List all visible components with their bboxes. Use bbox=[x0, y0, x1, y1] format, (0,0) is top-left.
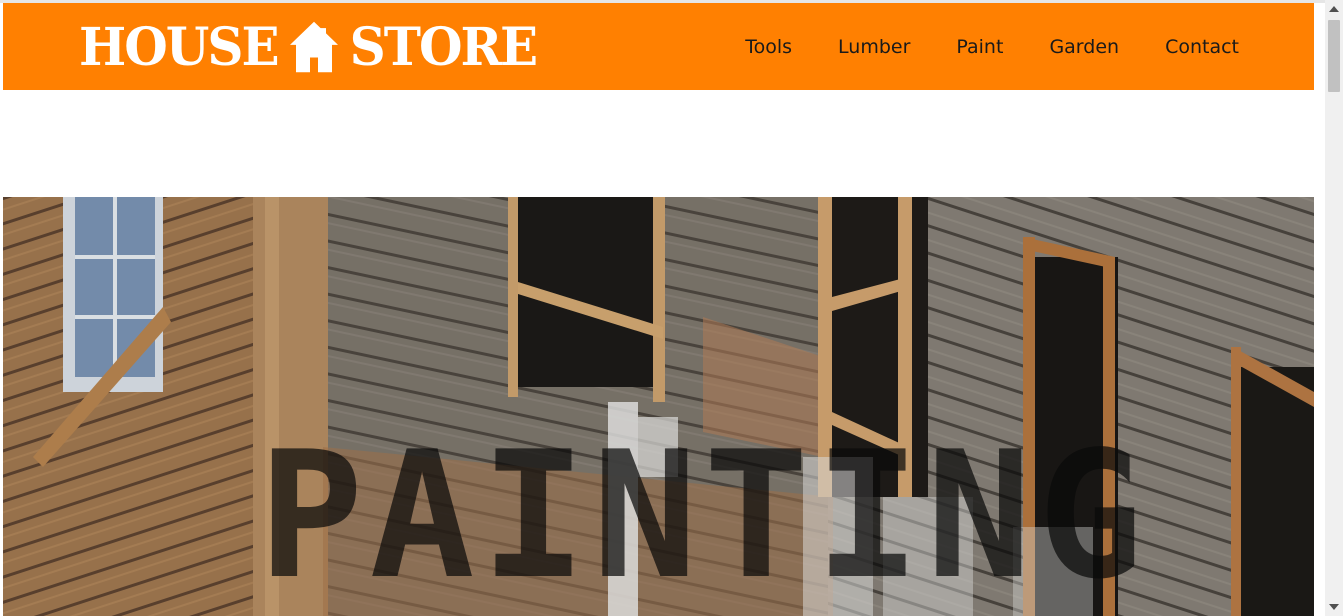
hero-banner: PAINTING bbox=[3, 197, 1314, 616]
hero-title: PAINTING bbox=[258, 415, 1149, 616]
page-scrollbar[interactable] bbox=[1325, 0, 1343, 616]
scroll-up-icon[interactable] bbox=[1329, 6, 1339, 12]
scroll-down-icon[interactable] bbox=[1329, 604, 1339, 610]
logo-text-house: HOUSE bbox=[79, 15, 280, 78]
logo-text-store: STORE bbox=[349, 15, 539, 78]
nav-item-tools[interactable]: Tools bbox=[745, 35, 792, 59]
house-icon bbox=[289, 21, 338, 73]
main-nav: Tools Lumber Paint Garden Contact bbox=[745, 35, 1239, 59]
nav-item-garden[interactable]: Garden bbox=[1049, 35, 1119, 59]
page: HOUSE STORE Tools Lumber Paint Garden Co… bbox=[0, 0, 1343, 616]
nav-item-paint[interactable]: Paint bbox=[956, 35, 1003, 59]
site-header: HOUSE STORE Tools Lumber Paint Garden Co… bbox=[3, 3, 1314, 90]
site-logo[interactable]: HOUSE STORE bbox=[79, 15, 539, 79]
scrollbar-thumb[interactable] bbox=[1328, 20, 1340, 92]
nav-item-lumber[interactable]: Lumber bbox=[838, 35, 910, 59]
nav-item-contact[interactable]: Contact bbox=[1165, 35, 1239, 59]
